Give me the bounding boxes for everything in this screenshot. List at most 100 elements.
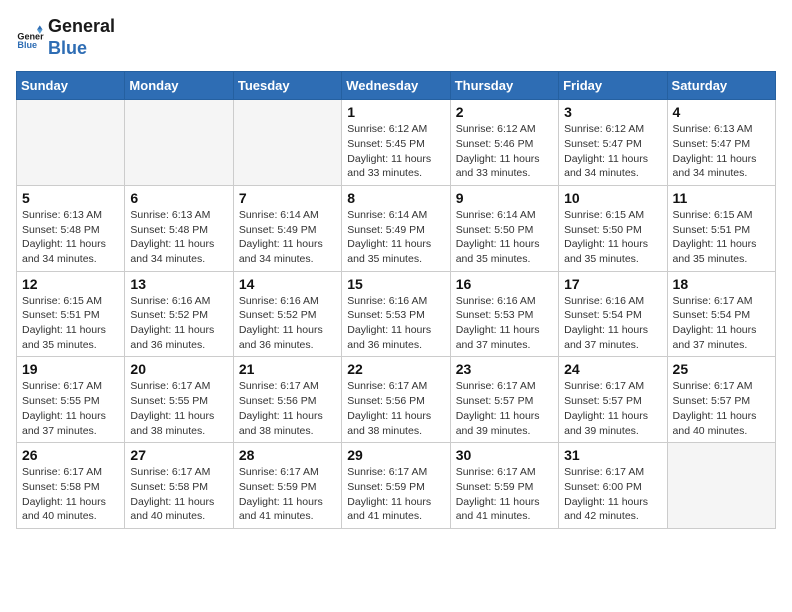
calendar-table: SundayMondayTuesdayWednesdayThursdayFrid… (16, 71, 776, 529)
day-info: Sunrise: 6:13 AM Sunset: 5:48 PM Dayligh… (22, 208, 119, 267)
calendar-cell: 30 Sunrise: 6:17 AM Sunset: 5:59 PM Dayli… (450, 443, 558, 529)
day-number: 27 (130, 447, 227, 463)
day-number: 10 (564, 190, 661, 206)
calendar-cell: 25Sunrise: 6:17 AM Sunset: 5:57 PM Dayli… (667, 357, 775, 443)
day-number: 8 (347, 190, 444, 206)
svg-text:Blue: Blue (17, 39, 37, 49)
page-header: General Blue General Blue (16, 16, 776, 59)
day-number: 25 (673, 361, 770, 377)
calendar-cell: 10 Sunrise: 6:15 AM Sunset: 5:50 PM Dayli… (559, 185, 667, 271)
day-info: Sunrise: 6:17 AM Sunset: 5:58 PM Dayligh… (22, 465, 119, 524)
day-number: 7 (239, 190, 336, 206)
day-number: 24 (564, 361, 661, 377)
day-info: Sunrise: 6:17 AM Sunset: 5:58 PM Dayligh… (130, 465, 227, 524)
calendar-cell: 14 Sunrise: 6:16 AM Sunset: 5:52 PM Dayli… (233, 271, 341, 357)
calendar-cell: 5 Sunrise: 6:13 AM Sunset: 5:48 PM Daylig… (17, 185, 125, 271)
day-info: Sunrise: 6:15 AM Sunset: 5:51 PM Dayligh… (673, 208, 770, 267)
day-number: 21 (239, 361, 336, 377)
day-info: Sunrise: 6:17 AM Sunset: 5:56 PM Dayligh… (347, 379, 444, 438)
day-number: 5 (22, 190, 119, 206)
day-info: Sunrise: 6:15 AM Sunset: 5:50 PM Dayligh… (564, 208, 661, 267)
day-number: 29 (347, 447, 444, 463)
calendar-cell: 20Sunrise: 6:17 AM Sunset: 5:55 PM Dayli… (125, 357, 233, 443)
day-number: 16 (456, 276, 553, 292)
day-number: 14 (239, 276, 336, 292)
day-info: Sunrise: 6:16 AM Sunset: 5:54 PM Dayligh… (564, 294, 661, 353)
week-row-1: 5 Sunrise: 6:13 AM Sunset: 5:48 PM Daylig… (17, 185, 776, 271)
day-info: Sunrise: 6:15 AM Sunset: 5:51 PM Dayligh… (22, 294, 119, 353)
calendar-cell: 24 Sunrise: 6:17 AM Sunset: 5:57 PM Dayli… (559, 357, 667, 443)
day-number: 12 (22, 276, 119, 292)
week-row-0: 1 Sunrise: 6:12 AM Sunset: 5:45 PM Daylig… (17, 100, 776, 186)
day-number: 3 (564, 104, 661, 120)
calendar-cell: 6 Sunrise: 6:13 AM Sunset: 5:48 PM Daylig… (125, 185, 233, 271)
day-info: Sunrise: 6:16 AM Sunset: 5:53 PM Dayligh… (456, 294, 553, 353)
calendar-cell: 29 Sunrise: 6:17 AM Sunset: 5:59 PM Dayli… (342, 443, 450, 529)
day-info: Sunrise: 6:12 AM Sunset: 5:45 PM Dayligh… (347, 122, 444, 181)
calendar-cell: 11 Sunrise: 6:15 AM Sunset: 5:51 PM Dayli… (667, 185, 775, 271)
day-number: 13 (130, 276, 227, 292)
day-info: Sunrise: 6:13 AM Sunset: 5:48 PM Dayligh… (130, 208, 227, 267)
calendar-cell: 26Sunrise: 6:17 AM Sunset: 5:58 PM Dayli… (17, 443, 125, 529)
calendar-cell: 1 Sunrise: 6:12 AM Sunset: 5:45 PM Daylig… (342, 100, 450, 186)
column-header-friday: Friday (559, 72, 667, 100)
day-info: Sunrise: 6:17 AM Sunset: 5:55 PM Dayligh… (22, 379, 119, 438)
calendar-cell: 8 Sunrise: 6:14 AM Sunset: 5:49 PM Daylig… (342, 185, 450, 271)
column-header-sunday: Sunday (17, 72, 125, 100)
column-header-saturday: Saturday (667, 72, 775, 100)
calendar-cell: 12 Sunrise: 6:15 AM Sunset: 5:51 PM Dayli… (17, 271, 125, 357)
week-row-4: 26Sunrise: 6:17 AM Sunset: 5:58 PM Dayli… (17, 443, 776, 529)
day-number: 11 (673, 190, 770, 206)
calendar-cell: 28 Sunrise: 6:17 AM Sunset: 5:59 PM Dayli… (233, 443, 341, 529)
day-number: 18 (673, 276, 770, 292)
day-number: 9 (456, 190, 553, 206)
column-header-monday: Monday (125, 72, 233, 100)
calendar-cell: 2Sunrise: 6:12 AM Sunset: 5:46 PM Daylig… (450, 100, 558, 186)
day-number: 23 (456, 361, 553, 377)
calendar-cell (667, 443, 775, 529)
day-number: 31 (564, 447, 661, 463)
calendar-cell: 9 Sunrise: 6:14 AM Sunset: 5:50 PM Daylig… (450, 185, 558, 271)
calendar-cell: 22 Sunrise: 6:17 AM Sunset: 5:56 PM Dayli… (342, 357, 450, 443)
calendar-cell: 23 Sunrise: 6:17 AM Sunset: 5:57 PM Dayli… (450, 357, 558, 443)
calendar-cell: 27 Sunrise: 6:17 AM Sunset: 5:58 PM Dayli… (125, 443, 233, 529)
calendar-cell: 3 Sunrise: 6:12 AM Sunset: 5:47 PM Daylig… (559, 100, 667, 186)
day-info: Sunrise: 6:16 AM Sunset: 5:53 PM Dayligh… (347, 294, 444, 353)
day-number: 1 (347, 104, 444, 120)
calendar-cell (17, 100, 125, 186)
day-info: Sunrise: 6:17 AM Sunset: 5:57 PM Dayligh… (564, 379, 661, 438)
day-info: Sunrise: 6:16 AM Sunset: 5:52 PM Dayligh… (130, 294, 227, 353)
day-info: Sunrise: 6:17 AM Sunset: 6:00 PM Dayligh… (564, 465, 661, 524)
day-info: Sunrise: 6:17 AM Sunset: 5:59 PM Dayligh… (347, 465, 444, 524)
day-info: Sunrise: 6:14 AM Sunset: 5:49 PM Dayligh… (347, 208, 444, 267)
logo: General Blue General Blue (16, 16, 115, 59)
day-number: 22 (347, 361, 444, 377)
day-info: Sunrise: 6:16 AM Sunset: 5:52 PM Dayligh… (239, 294, 336, 353)
calendar-cell: 4Sunrise: 6:13 AM Sunset: 5:47 PM Daylig… (667, 100, 775, 186)
day-number: 15 (347, 276, 444, 292)
day-info: Sunrise: 6:14 AM Sunset: 5:49 PM Dayligh… (239, 208, 336, 267)
day-info: Sunrise: 6:17 AM Sunset: 5:59 PM Dayligh… (456, 465, 553, 524)
day-info: Sunrise: 6:17 AM Sunset: 5:55 PM Dayligh… (130, 379, 227, 438)
calendar-cell: 13 Sunrise: 6:16 AM Sunset: 5:52 PM Dayli… (125, 271, 233, 357)
calendar-header-row: SundayMondayTuesdayWednesdayThursdayFrid… (17, 72, 776, 100)
day-info: Sunrise: 6:17 AM Sunset: 5:59 PM Dayligh… (239, 465, 336, 524)
week-row-3: 19Sunrise: 6:17 AM Sunset: 5:55 PM Dayli… (17, 357, 776, 443)
calendar-cell (233, 100, 341, 186)
day-info: Sunrise: 6:17 AM Sunset: 5:56 PM Dayligh… (239, 379, 336, 438)
column-header-thursday: Thursday (450, 72, 558, 100)
day-info: Sunrise: 6:13 AM Sunset: 5:47 PM Dayligh… (673, 122, 770, 181)
calendar-cell: 19Sunrise: 6:17 AM Sunset: 5:55 PM Dayli… (17, 357, 125, 443)
column-header-wednesday: Wednesday (342, 72, 450, 100)
calendar-cell: 18 Sunrise: 6:17 AM Sunset: 5:54 PM Dayli… (667, 271, 775, 357)
day-number: 6 (130, 190, 227, 206)
day-info: Sunrise: 6:12 AM Sunset: 5:47 PM Dayligh… (564, 122, 661, 181)
column-header-tuesday: Tuesday (233, 72, 341, 100)
day-info: Sunrise: 6:14 AM Sunset: 5:50 PM Dayligh… (456, 208, 553, 267)
day-info: Sunrise: 6:17 AM Sunset: 5:54 PM Dayligh… (673, 294, 770, 353)
calendar-cell: 15 Sunrise: 6:16 AM Sunset: 5:53 PM Dayli… (342, 271, 450, 357)
day-number: 30 (456, 447, 553, 463)
day-info: Sunrise: 6:17 AM Sunset: 5:57 PM Dayligh… (456, 379, 553, 438)
day-number: 28 (239, 447, 336, 463)
calendar-cell: 31 Sunrise: 6:17 AM Sunset: 6:00 PM Dayli… (559, 443, 667, 529)
